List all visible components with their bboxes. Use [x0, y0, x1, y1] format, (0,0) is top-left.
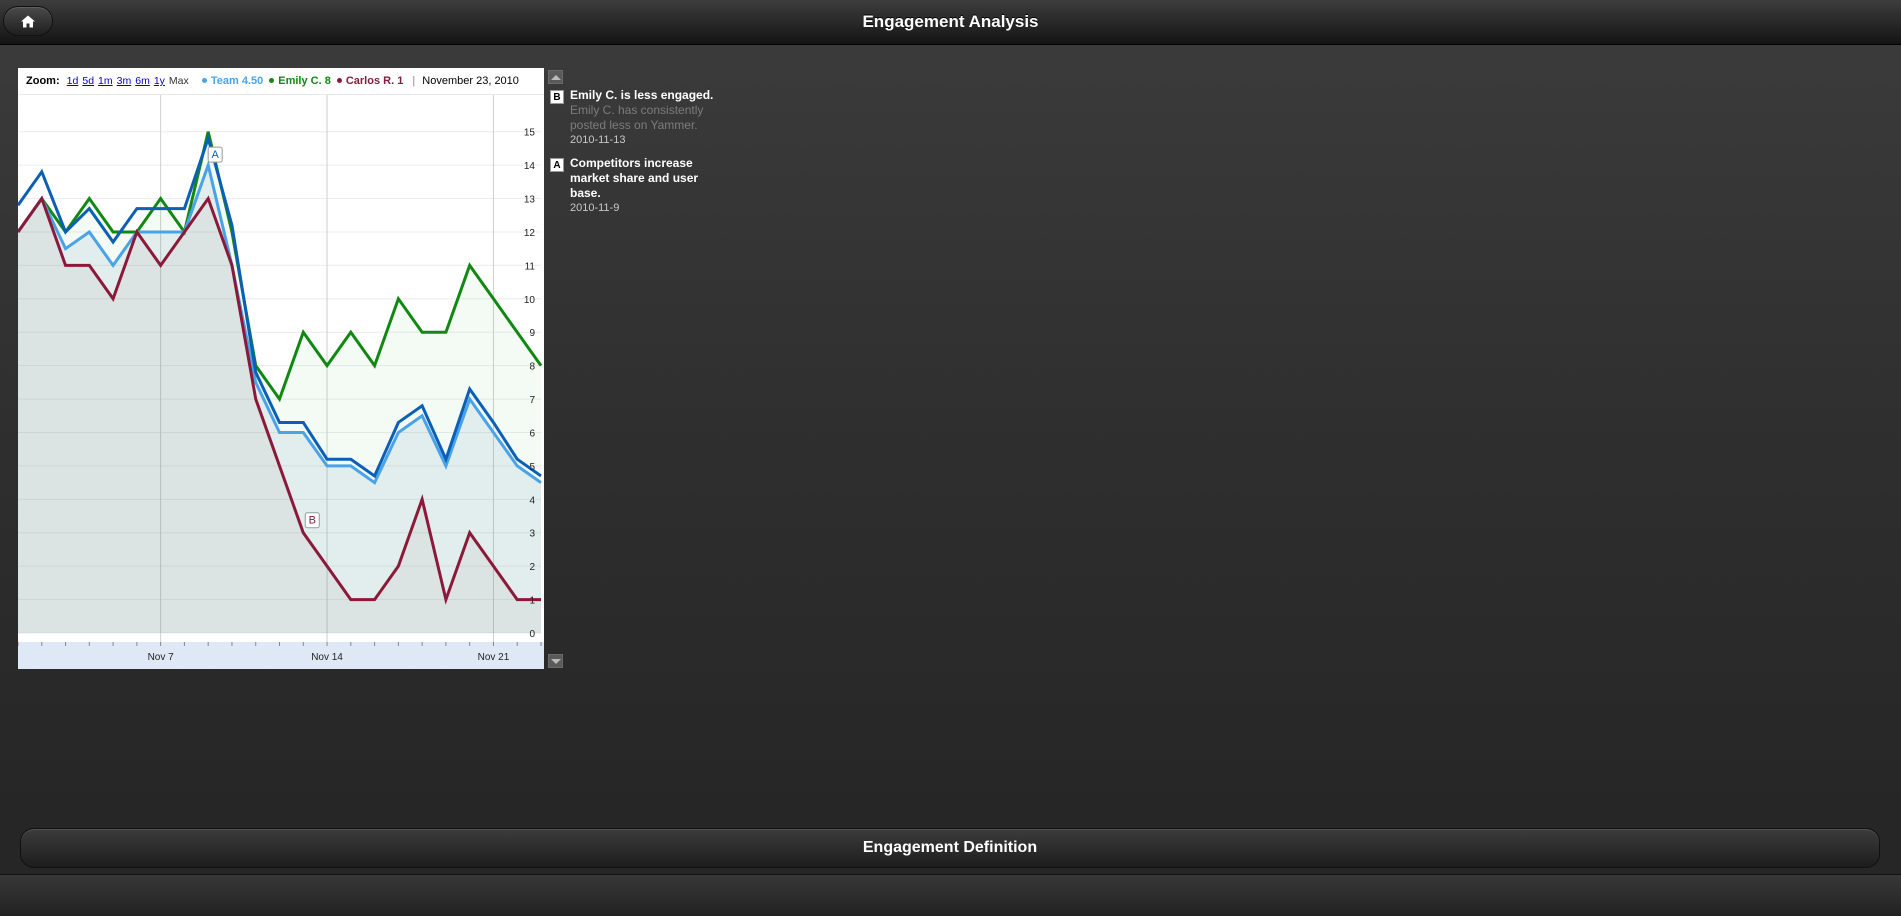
- chart-legend: Team 4.50 Emily C. 8 Carlos R. 1: [196, 75, 403, 87]
- legend-name: Emily C.: [278, 75, 325, 87]
- annotation-text: Competitors increase market share and us…: [570, 156, 730, 201]
- chart-toolbar: Zoom: 1d 5d 1m 3m 6m 1y Max Team 4.50 Emily C. …: [18, 68, 544, 95]
- annotation-item[interactable]: A Competitors increase market share and u…: [550, 156, 730, 216]
- annotation-date: 2010-11-9: [570, 202, 620, 214]
- legend-item[interactable]: Team 4.50: [201, 75, 264, 87]
- toolbar-separator: |: [412, 75, 416, 87]
- legend-item[interactable]: Carlos R. 1: [336, 75, 404, 87]
- y-tick-label: 1: [529, 596, 535, 607]
- y-tick-label: 13: [524, 195, 536, 206]
- y-tick-label: 11: [525, 261, 536, 272]
- legend-name: Carlos R.: [345, 75, 398, 87]
- zoom-option-1d[interactable]: 1d: [67, 75, 79, 87]
- y-tick-label: 4: [529, 495, 535, 506]
- legend-value: 4.50: [241, 75, 264, 87]
- x-tick-label: Nov 7: [148, 652, 175, 663]
- zoom-label: Zoom:: [26, 75, 60, 87]
- legend-item[interactable]: Emily C. 8: [269, 75, 331, 87]
- zoom-option-Max[interactable]: Max: [169, 75, 189, 87]
- annotation-marker-label: A: [212, 149, 220, 161]
- annotation-list: B Emily C. is less engaged. Emily C. has …: [550, 88, 730, 224]
- annotation-title: Competitors increase market share and us…: [570, 156, 699, 200]
- engagement-definition-button[interactable]: Engagement Definition: [20, 828, 1880, 868]
- y-tick-label: 9: [529, 328, 535, 339]
- current-date: November 23, 2010: [422, 75, 519, 87]
- page-title: Engagement Analysis: [862, 12, 1039, 31]
- zoom-option-6m[interactable]: 6m: [135, 75, 150, 87]
- legend-value: 1: [397, 75, 404, 87]
- footer-bar: [0, 874, 1901, 916]
- y-tick-label: 5: [529, 462, 535, 473]
- annotations-scroll-down[interactable]: [548, 654, 563, 668]
- zoom-option-5d[interactable]: 5d: [82, 75, 94, 87]
- zoom-option-3m[interactable]: 3m: [117, 75, 132, 87]
- legend-dot-icon: [336, 77, 342, 83]
- y-tick-label: 7: [529, 395, 535, 406]
- annotation-title: Emily C. is less engaged.: [570, 88, 714, 102]
- x-axis-band: [18, 642, 544, 669]
- annotation-text: Emily C. is less engaged. Emily C. has c…: [570, 88, 730, 133]
- y-tick-label: 12: [524, 228, 536, 239]
- arrow-up-icon: [551, 75, 561, 80]
- zoom-options: 1d 5d 1m 3m 6m 1y Max: [67, 75, 193, 87]
- annotation-letter-icon: A: [550, 158, 564, 172]
- annotations-scroll-up[interactable]: [548, 70, 563, 84]
- zoom-option-1y[interactable]: 1y: [154, 75, 165, 87]
- legend-dot-icon: [201, 77, 207, 83]
- zoom-option-1m[interactable]: 1m: [98, 75, 113, 87]
- chart-plot[interactable]: 0123456789101112131415Nov 7 Nov 14 Nov 21A…: [18, 95, 544, 669]
- legend-dot-icon: [269, 77, 275, 83]
- chart-frame: Zoom: 1d 5d 1m 3m 6m 1y Max Team 4.50 Emily C. …: [18, 68, 544, 669]
- annotation-letter-icon: B: [550, 90, 564, 104]
- annotation-marker-label: B: [309, 515, 316, 527]
- annotation-item[interactable]: B Emily C. is less engaged. Emily C. has …: [550, 88, 730, 148]
- legend-name: Team: [210, 75, 242, 87]
- y-tick-label: 14: [524, 161, 536, 172]
- legend-value: 8: [324, 75, 331, 87]
- engagement-definition-label: Engagement Definition: [862, 839, 1038, 856]
- y-tick-label: 10: [524, 295, 536, 306]
- x-tick-label: Nov 21: [478, 652, 510, 663]
- y-tick-label: 6: [529, 428, 535, 439]
- y-tick-label: 3: [529, 529, 535, 540]
- y-tick-label: 0: [529, 629, 535, 640]
- arrow-down-icon: [551, 659, 561, 664]
- annotation-description: Emily C. has consistently posted less on…: [570, 103, 704, 132]
- y-tick-label: 15: [524, 128, 536, 139]
- header-bar: Engagement Analysis: [0, 0, 1901, 45]
- y-tick-label: 8: [529, 362, 535, 373]
- x-tick-label: Nov 14: [311, 652, 343, 663]
- annotation-date: 2010-11-13: [570, 134, 626, 146]
- y-tick-label: 2: [529, 562, 535, 573]
